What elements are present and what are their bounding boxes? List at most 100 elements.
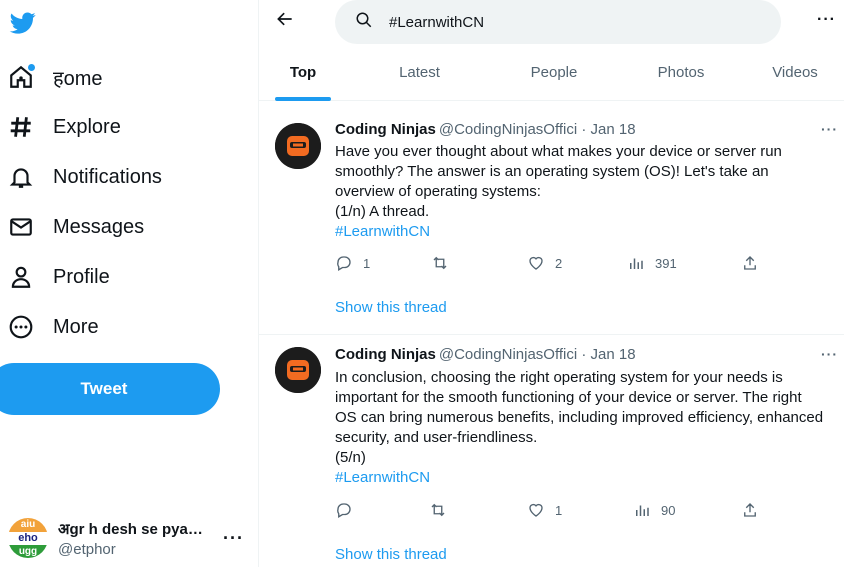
views-chart-icon (630, 258, 643, 269)
retweet-icon (433, 256, 447, 270)
tweet-text: (1/n) A thread. (335, 203, 430, 220)
reply-icon (337, 256, 351, 271)
account-text: अgr h desh se pyaar toh... @etphor (58, 519, 208, 558)
coding-ninjas-logo-icon (275, 347, 321, 393)
reply-icon (337, 503, 351, 518)
share-icon (744, 256, 756, 270)
tweet-body: Have you ever thought about what makes y… (335, 142, 825, 242)
avatar[interactable] (275, 347, 321, 393)
show-thread-link[interactable]: Show this thread (335, 299, 447, 316)
avatar-line-1: aiu (8, 518, 48, 532)
tweet-actions: 1 2 391 (335, 254, 765, 276)
search-header: ··· (259, 0, 844, 44)
home-icon (8, 64, 35, 90)
tab-label-top: Top (289, 64, 317, 81)
show-thread-link[interactable]: Show this thread (335, 546, 447, 563)
tweet-text: Have you ever thought about what makes y… (335, 143, 782, 200)
search-box[interactable] (335, 0, 781, 44)
nav-item-notifications[interactable]: Notifications (0, 152, 259, 202)
reply-count: 1 (363, 255, 371, 271)
hashtag-link[interactable]: #LearnwithCN (335, 469, 430, 486)
tweet-card[interactable]: Coding Ninjas @CodingNinjasOffici · Jan 1… (259, 111, 844, 335)
retweet-button[interactable] (431, 254, 459, 272)
nav-label-more: More (53, 315, 99, 338)
tweet-body: In conclusion, choosing the right operat… (335, 368, 825, 488)
tab-top[interactable]: Top (259, 44, 347, 101)
avatar: aiu eho ugg (8, 518, 48, 558)
envelope-icon (8, 214, 34, 240)
tweet-header: Coding Ninjas @CodingNinjasOffici · Jan 1… (335, 121, 636, 138)
views-count: 90 (661, 502, 676, 518)
tab-people[interactable]: People (492, 44, 616, 101)
account-name: अgr h desh se pyaar toh... (58, 520, 208, 538)
main-column: ··· Top Latest People Photos Videos Codi… (259, 0, 844, 567)
tab-label-latest: Latest (399, 64, 440, 81)
account-handle: @etphor (58, 540, 116, 558)
nav-item-profile[interactable]: Profile (0, 252, 259, 302)
tweet-text: In conclusion, choosing the right operat… (335, 369, 824, 446)
avatar-line-2: eho (8, 532, 48, 545)
heart-icon (529, 256, 543, 270)
avatar-line-3: ugg (8, 545, 48, 558)
nav-label-notifications: Notifications (53, 165, 162, 188)
bell-icon (8, 164, 34, 190)
search-icon (355, 11, 373, 34)
like-count: 2 (555, 255, 563, 271)
tweet-card[interactable]: Coding Ninjas @CodingNinjasOffici · Jan 1… (259, 335, 844, 567)
tweet-actions: 1 90 (335, 501, 765, 523)
views-count: 391 (655, 255, 677, 271)
tweet-author-meta: @CodingNinjasOffici · Jan 18 (438, 121, 636, 138)
more-dots-icon[interactable]: ··· (821, 346, 838, 362)
retweet-button[interactable] (429, 501, 457, 519)
more-dots-icon[interactable]: ··· (223, 528, 244, 549)
tweet-button[interactable]: Tweet (0, 363, 220, 415)
tweet-author-name[interactable]: Coding Ninjas (335, 346, 436, 363)
like-button[interactable]: 1 (527, 501, 562, 519)
heart-icon (529, 503, 543, 517)
views-button[interactable]: 90 (633, 501, 675, 519)
nav-label-explore: Explore (53, 115, 121, 138)
notification-dot (28, 64, 35, 71)
tab-videos[interactable]: Videos (746, 44, 844, 101)
search-input[interactable] (389, 13, 749, 31)
nav-label-home: हome (53, 67, 103, 90)
more-circle-icon (8, 314, 34, 340)
tab-label-photos: Photos (657, 64, 705, 81)
reply-button[interactable] (335, 501, 363, 519)
share-button[interactable] (741, 254, 759, 272)
tweet-author-name[interactable]: Coding Ninjas (335, 121, 436, 138)
nav-item-home[interactable]: हome (0, 52, 259, 102)
nav-label-profile: Profile (53, 265, 110, 288)
hashtag-link[interactable]: #LearnwithCN (335, 223, 430, 240)
sidebar: हome Explore Notifications Messages Prof… (0, 0, 259, 567)
tab-latest[interactable]: Latest (347, 44, 492, 101)
account-switcher[interactable]: aiu eho ugg अgr h desh se pyaar toh... @… (0, 512, 259, 564)
views-button[interactable]: 391 (627, 254, 677, 272)
nav-item-messages[interactable]: Messages (0, 202, 259, 252)
more-dots-icon[interactable]: ··· (817, 11, 836, 29)
retweet-icon (431, 503, 445, 517)
hashtag-icon (8, 114, 34, 140)
share-button[interactable] (741, 501, 759, 519)
tweet-text: (5/n) (335, 449, 366, 466)
tweet-author-meta: @CodingNinjasOffici · Jan 18 (438, 346, 636, 363)
avatar[interactable] (275, 123, 321, 169)
reply-button[interactable]: 1 (335, 254, 370, 272)
nav-item-more[interactable]: More (0, 302, 259, 352)
nav-item-explore[interactable]: Explore (0, 102, 259, 152)
views-chart-icon (636, 505, 649, 516)
tab-label-people: People (530, 64, 578, 81)
tab-label-videos: Videos (772, 64, 818, 81)
primary-nav: हome Explore Notifications Messages Prof… (0, 52, 259, 352)
twitter-logo-icon[interactable] (8, 10, 38, 36)
back-arrow-icon[interactable] (275, 9, 299, 33)
more-dots-icon[interactable]: ··· (821, 121, 838, 137)
tab-photos[interactable]: Photos (616, 44, 746, 101)
nav-label-messages: Messages (53, 215, 145, 238)
like-count: 1 (555, 502, 563, 518)
person-icon (8, 264, 34, 290)
like-button[interactable]: 2 (527, 254, 562, 272)
tab-active-indicator (275, 97, 331, 101)
tweet-header: Coding Ninjas @CodingNinjasOffici · Jan 1… (335, 346, 636, 363)
coding-ninjas-logo-icon (275, 123, 321, 169)
